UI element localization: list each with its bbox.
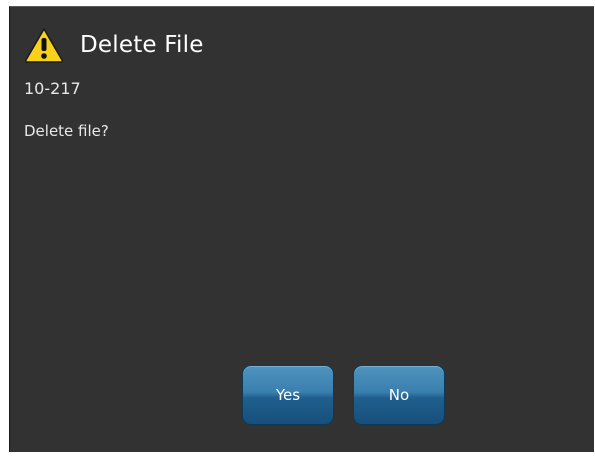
yes-button[interactable]: Yes — [242, 365, 334, 425]
file-name-label: 10-217 — [24, 79, 81, 98]
warning-icon — [24, 28, 64, 63]
confirmation-message: Delete file? — [24, 122, 109, 140]
dialog-title: Delete File — [80, 32, 204, 58]
delete-file-dialog: Delete File 10-217 Delete file? Yes No — [9, 6, 594, 452]
no-button[interactable]: No — [353, 365, 445, 425]
dialog-header: Delete File — [24, 25, 204, 65]
